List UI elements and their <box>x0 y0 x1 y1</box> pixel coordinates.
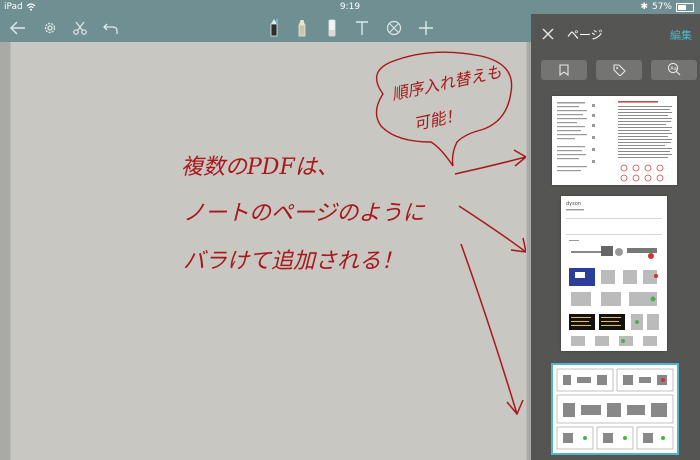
page-thumbnail-1[interactable] <box>552 96 677 185</box>
device-name: iPad <box>4 2 23 12</box>
dyson-logo: dyson <box>566 201 581 207</box>
arrow-to-page-2 <box>458 205 526 253</box>
handwriting-layer: 順序入れ替えも 可能！ 複数のPDFは、 ノートのページのように バラけて追加さ… <box>181 51 526 416</box>
vacuum-illustration <box>571 246 657 259</box>
sidebar-title: ページ <box>567 28 603 42</box>
note-page[interactable]: 順序入れ替えも 可能！ 複数のPDFは、 ノートのページのように バラけて追加さ… <box>10 42 527 460</box>
editor-toolbar <box>0 14 531 42</box>
undo-icon[interactable] <box>101 18 121 38</box>
close-icon[interactable] <box>541 26 555 40</box>
text-search-filter-button[interactable]: Aa <box>651 60 697 80</box>
bubble-text-line1: 順序入れ替えも <box>390 62 504 104</box>
edit-button[interactable]: 編集 <box>670 27 692 43</box>
note-canvas[interactable]: 順序入れ替えも 可能！ 複数のPDFは、 ノートのページのように バラけて追加さ… <box>0 42 531 460</box>
pages-sidebar: ページ 編集 Aa dyson <box>531 14 700 460</box>
search-text-icon: Aa <box>667 61 681 80</box>
bluetooth-icon: ✱ <box>640 2 648 12</box>
arrow-to-page-1 <box>454 149 526 175</box>
tag-filter-button[interactable] <box>596 60 642 80</box>
battery-percent: 57% <box>651 2 672 12</box>
eraser-icon[interactable] <box>322 18 342 38</box>
bubble-text-line2: 可能！ <box>412 105 463 134</box>
note-text-line3: バラけて追加される！ <box>183 249 403 274</box>
status-left: iPad <box>4 0 36 14</box>
back-arrow-icon[interactable] <box>8 18 28 38</box>
shape-icon[interactable] <box>384 18 404 38</box>
status-bar: iPad 9:19 ✱ 57% <box>0 0 700 14</box>
pen-icon[interactable] <box>264 18 284 38</box>
wifi-icon <box>26 2 36 12</box>
battery-fill <box>678 4 686 10</box>
page-thumbnail-2[interactable]: dyson <box>561 196 667 351</box>
note-text-line1: 複数のPDFは、 <box>181 155 339 180</box>
sidebar-header: ページ 編集 <box>531 14 700 54</box>
text-icon[interactable] <box>352 18 372 38</box>
bookmark-icon <box>559 61 569 80</box>
page-thumbnail-3[interactable] <box>551 363 679 455</box>
tag-icon <box>612 61 626 80</box>
add-icon[interactable] <box>416 18 436 38</box>
bookmark-filter-button[interactable] <box>541 60 587 80</box>
gear-icon[interactable] <box>40 18 60 38</box>
status-right: ✱ 57% <box>640 0 694 14</box>
clock: 9:19 <box>339 2 361 12</box>
sidebar-filters: Aa <box>541 60 697 80</box>
battery-icon <box>676 2 694 12</box>
note-text-line2: ノートのページのように <box>183 201 426 226</box>
scissors-icon[interactable] <box>70 18 90 38</box>
svg-text:Aa: Aa <box>670 66 676 72</box>
arrow-to-page-3 <box>460 243 524 416</box>
highlighter-icon[interactable] <box>292 18 312 38</box>
